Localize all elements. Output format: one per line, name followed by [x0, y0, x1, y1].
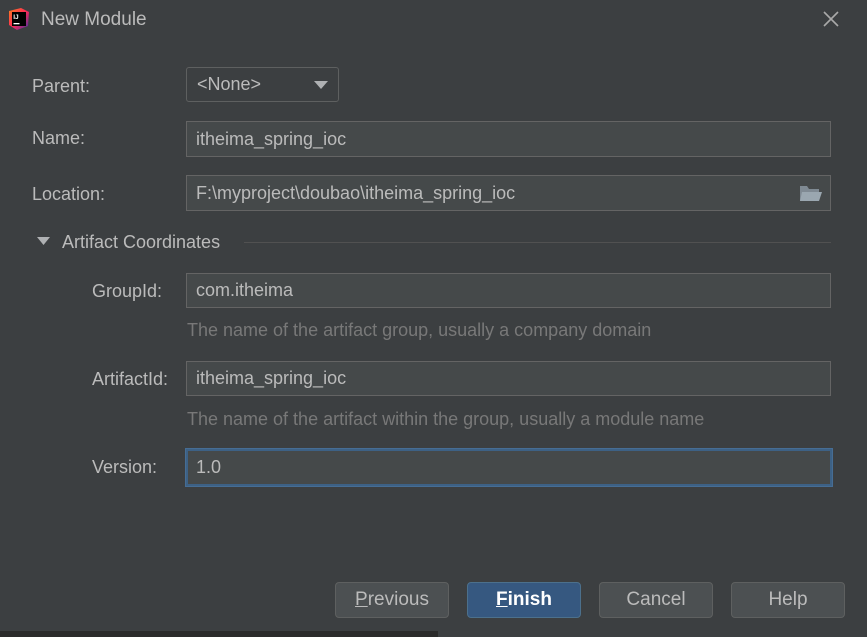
version-input[interactable]: 1.0 — [186, 449, 832, 486]
artifactid-hint: The name of the artifact within the grou… — [187, 409, 705, 429]
intellij-idea-icon: IJ — [9, 8, 29, 30]
parent-dropdown[interactable]: <None> — [186, 67, 339, 102]
svg-text:IJ: IJ — [13, 14, 19, 21]
chevron-down-icon — [314, 81, 328, 89]
name-label: Name: — [32, 128, 86, 148]
name-input[interactable]: itheima_spring_ioc — [186, 121, 831, 157]
previous-label: revious — [367, 589, 429, 610]
version-label: Version: — [92, 457, 158, 477]
window-title: New Module — [41, 9, 147, 30]
groupid-hint: The name of the artifact group, usually … — [187, 320, 652, 340]
groupid-input[interactable]: com.itheima — [186, 273, 831, 308]
groupid-label: GroupId: — [92, 281, 163, 301]
cancel-button[interactable]: Cancel — [599, 582, 713, 618]
finish-mnemonic: F — [496, 589, 508, 610]
finish-button[interactable]: Finish — [467, 582, 581, 618]
triangle-down-icon[interactable] — [37, 237, 50, 246]
help-button[interactable]: Help — [731, 582, 845, 618]
section-divider — [244, 242, 831, 243]
artifactid-input[interactable]: itheima_spring_ioc — [186, 361, 831, 396]
folder-open-icon[interactable] — [799, 182, 823, 204]
previous-button[interactable]: Previous — [335, 582, 449, 618]
artifactid-label: ArtifactId: — [92, 369, 169, 389]
previous-mnemonic: P — [355, 589, 368, 610]
location-input[interactable]: F:\myproject\doubao\itheima_spring_ioc — [186, 175, 831, 211]
close-icon[interactable] — [820, 8, 842, 30]
finish-label: inish — [507, 589, 552, 610]
parent-dropdown-value: <None> — [197, 74, 262, 94]
parent-label: Parent: — [32, 76, 91, 96]
location-label: Location: — [32, 184, 106, 204]
bottom-edge — [0, 631, 438, 637]
artifact-coordinates-title[interactable]: Artifact Coordinates — [62, 232, 220, 253]
title-bar: IJ New Module — [0, 0, 867, 40]
